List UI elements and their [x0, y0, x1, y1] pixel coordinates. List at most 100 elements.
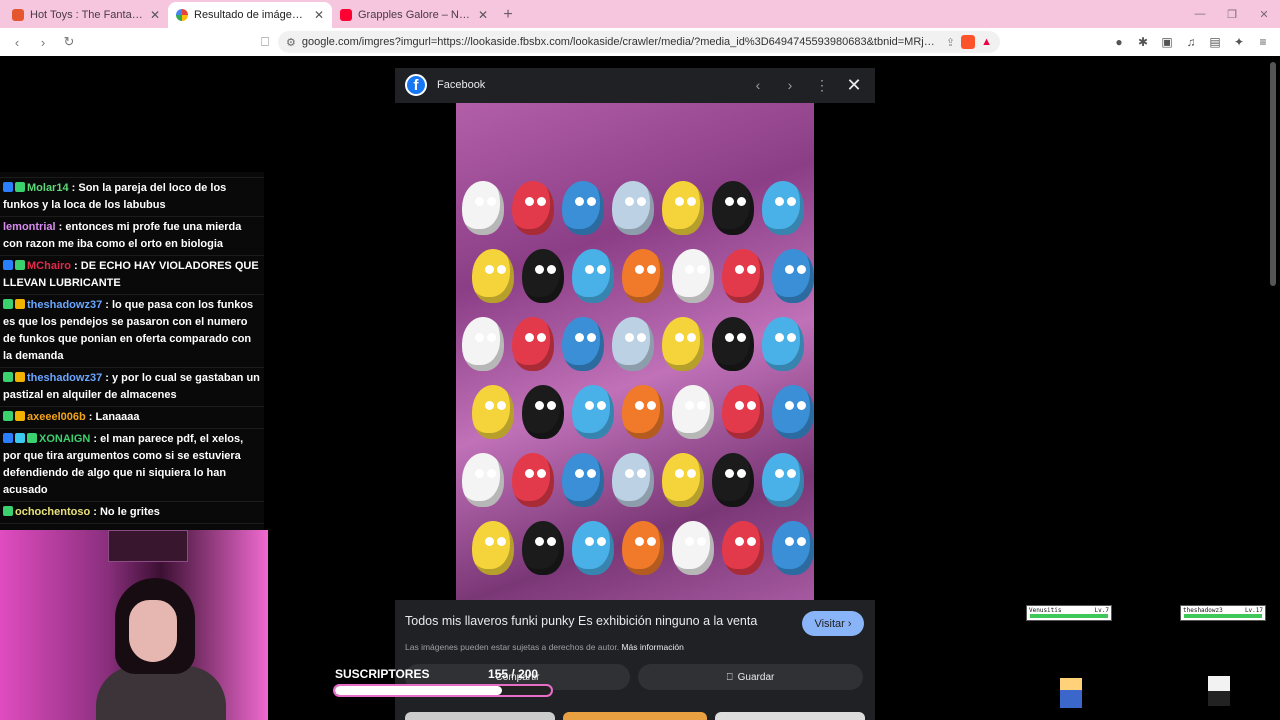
keychain-figure [672, 521, 714, 575]
keychain-figure [622, 249, 664, 303]
keychain-figure [762, 181, 804, 235]
share-page-icon[interactable]: ⇪ [946, 36, 955, 49]
keychain-figure [512, 453, 554, 507]
related-image[interactable] [563, 712, 707, 720]
keychain-figure [522, 521, 564, 575]
streamer-face [129, 600, 177, 662]
chat-username[interactable]: axeeel006b [27, 411, 86, 423]
maximize-icon[interactable]: ❐ [1216, 0, 1248, 28]
keychain-figure [772, 385, 814, 439]
player-level: Lv.17 [1244, 607, 1263, 614]
new-tab-icon[interactable]: + [496, 2, 520, 28]
extensions-icon[interactable]: ✱ [1134, 31, 1152, 53]
keychain-figure [622, 521, 664, 575]
more-info-link[interactable]: Más información [621, 642, 683, 652]
keychain-figure [562, 181, 604, 235]
tab-label: Resultado de imágenes de Goog [194, 9, 308, 21]
image-viewer-panel: f Facebook ‹ › ⋮ ✕ Todos mis llaveros fu… [395, 68, 875, 720]
keychain-figure [462, 181, 504, 235]
screen: { "tabs": [ {"label": "Hot Toys : The Fa… [0, 0, 1280, 720]
chat-badge-icon [3, 506, 13, 516]
next-icon[interactable]: › [779, 77, 801, 93]
chat-username[interactable]: theshadowz37 [27, 299, 102, 311]
keychain-figure [472, 385, 514, 439]
youtube-favicon-icon [340, 9, 352, 21]
reload-icon[interactable]: ↻ [58, 31, 80, 53]
bookmark-icon[interactable]: ⎕ [254, 31, 276, 53]
visit-button[interactable]: Visitar › [802, 611, 864, 636]
close-tab-icon[interactable]: ✕ [150, 8, 160, 22]
chat-username[interactable]: ochochentoso [15, 506, 90, 518]
keychain-figure [612, 453, 654, 507]
keychain-figure [722, 521, 764, 575]
save-label: Guardar [737, 671, 775, 683]
chat-username[interactable]: Molar14 [27, 182, 69, 194]
keychain-figure [612, 317, 654, 371]
image-caption[interactable]: Todos mis llaveros funki punky Es exhibi… [405, 614, 805, 628]
tab-hot-toys[interactable]: Hot Toys : The Fantastic Four: First St … [4, 2, 168, 28]
chat-badge-icon [3, 372, 13, 382]
keychain-figure [562, 453, 604, 507]
tab-label: Grapples Galore – New Gameplay Te [358, 9, 472, 21]
previous-icon[interactable]: ‹ [747, 77, 769, 93]
music-icon[interactable]: ♫ [1182, 31, 1200, 53]
chat-message: MChairo : DE ECHO HAY VIOLADORES QUE LLE… [0, 256, 264, 295]
chat-badge-icon [15, 433, 25, 443]
tab-label: Hot Toys : The Fantastic Four: First St [30, 9, 144, 21]
chat-message: lemontrial : entonces mi profe fue una m… [0, 217, 264, 256]
background-monitor [108, 530, 188, 562]
chat-text: No le grites [99, 506, 160, 518]
keychain-figure [672, 385, 714, 439]
brave-shield-icon[interactable] [961, 35, 976, 49]
menu-icon[interactable]: ≡ [1254, 31, 1272, 53]
player-sprite [1060, 678, 1082, 708]
hp-bar [1184, 614, 1262, 618]
tab-google-images[interactable]: Resultado de imágenes de Goog ✕ [168, 2, 332, 28]
chat-username[interactable]: theshadowz37 [27, 372, 102, 384]
chat-badge-icon [15, 182, 25, 192]
keychain-figure [572, 249, 614, 303]
site-info-icon[interactable]: ⚙ [286, 36, 296, 49]
keychain-figure [572, 385, 614, 439]
back-icon[interactable]: ‹ [6, 31, 28, 53]
wallet-icon[interactable]: ▤ [1206, 31, 1224, 53]
player-name: theshadowz3 [1183, 607, 1223, 614]
keychain-figure [772, 521, 814, 575]
close-tab-icon[interactable]: ✕ [478, 8, 488, 22]
tab-grapples[interactable]: Grapples Galore – New Gameplay Te ✕ [332, 2, 496, 28]
url-text: google.com/imgres?imgurl=https://lookasi… [301, 36, 940, 48]
viewer-header: f Facebook ‹ › ⋮ ✕ [395, 68, 875, 102]
close-tab-icon[interactable]: ✕ [314, 8, 324, 22]
scrollbar[interactable] [1270, 62, 1276, 286]
bookmark-icon: ⎕ [726, 671, 733, 683]
rewards-icon[interactable]: ▲ [981, 36, 992, 48]
close-viewer-icon[interactable]: ✕ [843, 75, 865, 96]
subscribers-progress-fill [335, 686, 503, 695]
chat-username[interactable]: lemontrial [3, 221, 56, 233]
minimize-icon[interactable]: — [1184, 0, 1216, 28]
keychain-photo[interactable] [456, 103, 814, 600]
close-window-icon[interactable]: ✕ [1248, 0, 1280, 28]
hp-bar [1030, 614, 1108, 618]
stream-chat: Molar14 : Son la pareja del loco de los … [0, 172, 264, 530]
keychain-figure [662, 181, 704, 235]
related-image[interactable] [405, 712, 555, 720]
forward-icon[interactable]: › [32, 31, 54, 53]
address-bar[interactable]: ⚙ google.com/imgres?imgurl=https://looka… [278, 31, 1000, 53]
chat-message: Molar14 : Son la pareja del loco de los … [0, 178, 264, 217]
keychain-figure [572, 521, 614, 575]
source-name[interactable]: Facebook [437, 79, 737, 91]
vpn-icon[interactable]: ● [1110, 31, 1128, 53]
keychain-figure [462, 453, 504, 507]
keychain-figure [512, 181, 554, 235]
chat-username[interactable]: XONAIGN [39, 433, 90, 445]
chat-badge-icon [27, 433, 37, 443]
save-button[interactable]: ⎕ Guardar [638, 664, 863, 690]
extensions-bar: ● ✱ ▣ ♫ ▤ ✦ ≡ [1110, 31, 1272, 53]
chat-username[interactable]: MChairo [27, 260, 71, 272]
more-options-icon[interactable]: ⋮ [811, 77, 833, 94]
reader-icon[interactable]: ▣ [1158, 31, 1176, 53]
leo-icon[interactable]: ✦ [1230, 31, 1248, 53]
chat-message: theshadowz37 : y por lo cual se gastaban… [0, 368, 264, 407]
related-image[interactable] [715, 712, 865, 720]
